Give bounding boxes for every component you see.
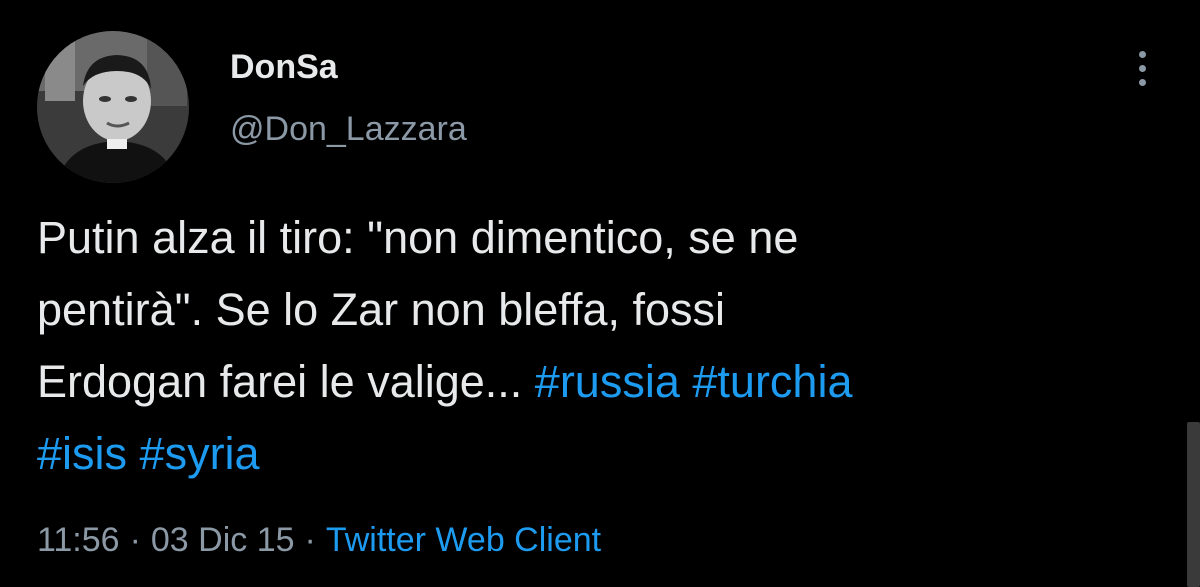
tweet-metadata: 11:56 · 03 Dic 15 · Twitter Web Client bbox=[37, 521, 601, 560]
author-display-name[interactable]: DonSa bbox=[230, 48, 338, 87]
more-vertical-icon-dot bbox=[1138, 64, 1146, 72]
tweet-text-line: Erdogan farei le valige... bbox=[37, 356, 535, 407]
tweet-card: DonSa @Don_Lazzara Putin alza il tiro: "… bbox=[0, 0, 1200, 587]
tweet-text-line: pentirà". Se lo Zar non bleffa, fossi bbox=[37, 284, 726, 335]
tweet-text: Putin alza il tiro: "non dimentico, se n… bbox=[37, 202, 1167, 490]
meta-separator: · bbox=[304, 521, 316, 559]
avatar-photo-icon bbox=[37, 31, 189, 183]
tweet-time[interactable]: 11:56 bbox=[37, 521, 120, 559]
more-vertical-icon bbox=[1138, 50, 1146, 58]
hashtag-link-russia[interactable]: #russia bbox=[535, 356, 680, 407]
hashtag-link-turchia[interactable]: #turchia bbox=[692, 356, 852, 407]
tweet-date[interactable]: 03 Dic 15 bbox=[151, 521, 295, 559]
avatar[interactable] bbox=[37, 31, 189, 183]
hashtag-link-isis[interactable]: #isis bbox=[37, 428, 127, 479]
scrollbar[interactable] bbox=[1187, 422, 1200, 587]
tweet-source-link[interactable]: Twitter Web Client bbox=[326, 521, 601, 559]
tweet-text-line: Putin alza il tiro: "non dimentico, se n… bbox=[37, 212, 799, 263]
more-options-button[interactable] bbox=[1124, 44, 1160, 92]
author-handle[interactable]: @Don_Lazzara bbox=[230, 110, 467, 149]
hashtag-link-syria[interactable]: #syria bbox=[140, 428, 260, 479]
more-vertical-icon-dot bbox=[1138, 78, 1146, 86]
meta-separator: · bbox=[129, 521, 141, 559]
